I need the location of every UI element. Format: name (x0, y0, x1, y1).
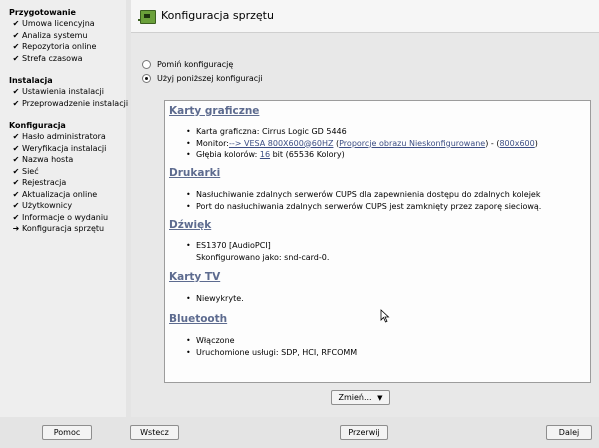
hardware-card-icon (138, 10, 156, 24)
use-config-label[interactable]: Użyj poniższej konfiguracji (157, 74, 263, 83)
chevron-down-icon: ▼ (377, 394, 383, 402)
sidebar-section-preparation: Przygotowanie ✔ Umowa licencyjna ✔ Analiza… (0, 7, 126, 64)
radio-skip[interactable] (142, 59, 151, 69)
sound-config-item: Skonfigurowano jako: snd-card-0. (196, 252, 330, 262)
sidebar-item-timezone: ✔ Strefa czasowa (0, 53, 126, 65)
sidebar-item-label: Weryfikacja instalacji (22, 143, 107, 153)
installation-steps-sidebar: Przygotowanie ✔ Umowa licencyjna ✔ Analiza… (0, 0, 129, 417)
monitor-link[interactable]: --> VESA 800X600@60HZ (229, 139, 333, 148)
color-depth-link[interactable]: 16 (260, 150, 270, 159)
sidebar-item-registration: ✔ Rejestracja (0, 177, 126, 189)
arrow-right-icon: ➜ (12, 224, 20, 233)
check-icon: ✔ (12, 53, 20, 63)
check-icon: ✔ (12, 166, 20, 176)
sidebar-item-label: Nazwa hosta (22, 155, 74, 164)
tv-list: Niewykryte. (169, 293, 244, 305)
printers-list: Nasłuchiwanie zdalnych serwerów CUPS dla… (169, 189, 541, 212)
check-icon: ✔ (12, 212, 20, 222)
sidebar-item-label: Informacje o wydaniu (22, 212, 109, 222)
check-icon: ✔ (12, 155, 20, 164)
tv-item: Niewykryte. (169, 293, 244, 305)
section-title-printers[interactable]: Drukarki (169, 167, 220, 179)
sidebar-heading: Konfiguracja (9, 121, 66, 130)
sidebar-section-configuration: Konfiguracja ✔ Hasło administratora ✔ Wery… (0, 120, 126, 235)
sidebar-item-label: Repozytoria online (22, 42, 97, 51)
sidebar-item-label: Rejestracja (22, 178, 67, 187)
sidebar-item-verify-install: ✔ Weryfikacja instalacji (0, 143, 126, 155)
sidebar-item-label: Hasło administratora (22, 132, 106, 141)
graphics-card-item: Karta graficzna: Cirrus Logic GD 5446 (169, 126, 538, 138)
skip-config-option[interactable]: Pomiń konfigurację (142, 58, 233, 70)
check-icon: ✔ (12, 132, 20, 141)
check-icon: ✔ (12, 42, 20, 51)
sidebar-section-installation: Instalacja ✔ Ustawienia instalacji ✔ Przep… (0, 75, 129, 110)
change-button-label: Zmień... (338, 393, 372, 402)
check-icon: ✔ (12, 178, 20, 187)
sidebar-item-label: Sieć (22, 166, 39, 176)
sidebar-heading: Przygotowanie (9, 8, 76, 17)
radio-use[interactable] (142, 73, 151, 83)
sidebar-item-license: ✔ Umowa licencyjna (0, 18, 126, 30)
sound-list: ES1370 [AudioPCI] Skonfigurowano jako: s… (169, 240, 329, 263)
sidebar-item-label: Użytkownicy (22, 201, 73, 210)
check-icon: ✔ (12, 143, 20, 153)
check-icon: ✔ (12, 189, 20, 199)
color-depth-suffix: bit (65536 Kolory) (272, 150, 345, 159)
sidebar-item-install-settings: ✔ Ustawienia instalacji (0, 86, 126, 98)
printers-item: Port do nasłuchiwania zdalnych serwerów … (169, 201, 541, 213)
bluetooth-item: Włączone (169, 335, 357, 347)
sidebar-item-label: Przeprowadzenie instalacji (22, 98, 129, 108)
check-icon: ✔ (12, 201, 20, 210)
sound-device-item: ES1370 [AudioPCI] (169, 240, 329, 252)
resolution-link[interactable]: 800x600 (499, 139, 534, 148)
check-icon: ✔ (12, 87, 20, 96)
sidebar-item-hardware-config: ➜ Konfiguracja sprzętu (0, 223, 126, 235)
bluetooth-item: Uruchomione usługi: SDP, HCI, RFCOMM (169, 347, 357, 359)
sidebar-item-users: ✔ Użytkownicy (0, 200, 126, 212)
section-title-tv[interactable]: Karty TV (169, 271, 220, 283)
sidebar-item-label: Konfiguracja sprzętu (22, 224, 105, 233)
mouse-pointer-icon (380, 309, 390, 323)
section-title-sound[interactable]: Dźwięk (169, 219, 211, 231)
check-icon: ✔ (12, 19, 20, 28)
color-depth-item: Głębia kolorów: 16 bit (65536 Kolory) (169, 149, 538, 161)
title-bar: Konfiguracja sprzętu (131, 0, 599, 33)
sidebar-item-label: Ustawienia instalacji (22, 87, 104, 96)
check-icon: ✔ (12, 30, 20, 40)
aspect-ratio-link[interactable]: Proporcje obrazu Nieskonfigurowane (339, 139, 485, 148)
bluetooth-list: Włączone Uruchomione usługi: SDP, HCI, R… (169, 335, 357, 358)
page-title: Konfiguracja sprzętu (161, 9, 274, 22)
back-button[interactable]: Wstecz (130, 425, 179, 440)
color-depth-label: Głębia kolorów: (196, 150, 258, 159)
main-panel: Konfiguracja sprzętu Pomiń konfigurację … (131, 0, 599, 417)
sidebar-item-perform-install: ✔ Przeprowadzenie instalacji (0, 98, 129, 110)
abort-button[interactable]: Przerwij (340, 425, 388, 440)
sidebar-item-network: ✔ Sieć (0, 166, 126, 178)
sidebar-item-system-analysis: ✔ Analiza systemu (0, 30, 126, 42)
section-title-bluetooth[interactable]: Bluetooth (169, 313, 227, 325)
printers-item: Nasłuchiwanie zdalnych serwerów CUPS dla… (169, 189, 541, 201)
help-button[interactable]: Pomoc (42, 425, 92, 440)
use-config-option[interactable]: Użyj poniższej konfiguracji (142, 72, 263, 84)
change-button[interactable]: Zmień... ▼ (331, 390, 390, 405)
sidebar-item-release-notes: ✔ Informacje o wydaniu (0, 212, 126, 224)
next-button[interactable]: Dalej (546, 425, 592, 440)
check-icon: ✔ (12, 98, 20, 108)
sidebar-item-label: Analiza systemu (22, 30, 88, 40)
sidebar-item-online-repos: ✔ Repozytoria online (0, 41, 126, 53)
sidebar-item-root-password: ✔ Hasło administratora (0, 131, 126, 143)
sidebar-item-online-update: ✔ Aktualizacja online (0, 189, 126, 201)
sidebar-item-label: Aktualizacja online (22, 189, 98, 199)
sidebar-item-label: Umowa licencyjna (22, 19, 95, 28)
sidebar-item-label: Strefa czasowa (22, 53, 83, 63)
section-title-graphics[interactable]: Karty graficzne (169, 105, 259, 117)
graphics-list: Karta graficzna: Cirrus Logic GD 5446 Mo… (169, 126, 538, 161)
skip-config-label[interactable]: Pomiń konfigurację (157, 60, 233, 69)
sidebar-heading: Instalacja (9, 76, 53, 85)
monitor-item: Monitor:--> VESA 800X600@60HZ (Proporcje… (169, 138, 538, 150)
hardware-summary-panel: Karty graficzne Karta graficzna: Cirrus … (164, 100, 591, 383)
sidebar-item-hostname: ✔ Nazwa hosta (0, 154, 126, 166)
monitor-label: Monitor: (196, 138, 229, 148)
